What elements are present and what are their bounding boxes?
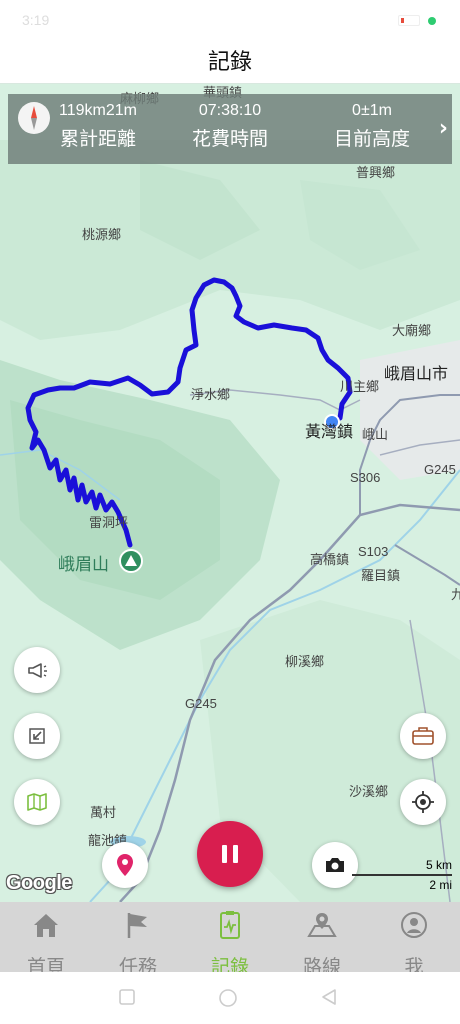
map-label-luomu: 羅目鎮: [361, 569, 401, 584]
record-icon: [220, 911, 240, 939]
map-layers-button[interactable]: [14, 779, 60, 825]
stat-time: 07:38:10 花費時間: [160, 102, 300, 151]
google-attribution: Google: [6, 872, 72, 894]
map-label-shaxi: 沙溪鄉: [349, 785, 389, 800]
home-nav-icon[interactable]: [218, 988, 238, 1008]
home-icon: [34, 914, 58, 937]
megaphone-icon: [28, 663, 47, 678]
stats-panel[interactable]: 119km21m 累計距離 07:38:10 花費時間 0±1m 目前高度 ›: [8, 94, 452, 164]
status-time: 3:19: [22, 12, 50, 28]
status-bar: 3:19: [0, 0, 460, 40]
bottom-tab-bar: 首頁 任務 記錄 路線 我: [0, 902, 460, 978]
profile-icon: [401, 912, 427, 938]
road-label-s103: S103: [358, 544, 389, 559]
tab-home[interactable]: 首頁: [0, 902, 92, 978]
map-label-jingshui: 淨水鄉: [191, 388, 231, 403]
altitude-value: 0±1m: [352, 102, 392, 119]
add-waypoint-button[interactable]: [102, 842, 148, 888]
scale-line: [352, 874, 452, 876]
crosshair-icon: [412, 791, 434, 813]
map-label-leidongping: 雷洞坪: [89, 516, 129, 531]
map-label-damiao: 大廟鄉: [392, 324, 432, 339]
map-scale: 5 km 2 mi: [352, 858, 456, 894]
map-label-gaoqiao: 高橋鎮: [310, 553, 350, 568]
stat-altitude: 0±1m 目前高度: [302, 102, 442, 151]
distance-value: 119km21m: [59, 102, 137, 119]
scale-mi: 2 mi: [429, 878, 452, 892]
map-label-edge: 九: [451, 588, 460, 603]
map-label-chuanzhu: 川主鄉: [340, 380, 380, 395]
map-label-liuxi: 柳溪鄉: [285, 655, 325, 670]
tab-me[interactable]: 我: [368, 902, 460, 978]
notification-dot-icon: [428, 17, 436, 25]
briefcase-icon: [412, 727, 434, 745]
locate-me-button[interactable]: [400, 779, 446, 825]
title-bar: 記錄: [0, 40, 460, 84]
road-label-g245-b: G245: [185, 696, 217, 711]
camera-icon: [326, 858, 344, 872]
time-value: 07:38:10: [198, 102, 262, 119]
chevron-right-icon[interactable]: ›: [439, 116, 448, 141]
map-view[interactable]: 麻柳鄉 華頭鎮 普興鄉 桃源鄉 大廟鄉 峨眉山市 川主鄉 淨水鄉 黃灣鎮 峨山 …: [0, 84, 460, 902]
road-label-g245-a: G245: [424, 462, 456, 477]
map-label-huangwan: 黃灣鎮: [305, 422, 354, 441]
flag-icon: [127, 913, 147, 938]
map-label-puxing: 普興鄉: [356, 166, 396, 181]
map-label-emeishan[interactable]: 峨眉山: [58, 550, 109, 575]
battery-icon: [398, 15, 420, 26]
map-icon: [27, 793, 47, 811]
scale-km: 5 km: [425, 858, 452, 872]
stat-distance: 119km21m 累計距離: [28, 102, 168, 151]
map-canvas: [0, 140, 460, 902]
distance-label: 累計距離: [59, 128, 136, 150]
system-nav-bar: [0, 972, 460, 1024]
pause-recording-button[interactable]: [197, 821, 263, 887]
backpack-button[interactable]: [400, 713, 446, 759]
recent-apps-icon[interactable]: [118, 988, 136, 1006]
map-label-wancun: 萬村: [90, 806, 117, 821]
announce-button[interactable]: [14, 647, 60, 693]
tab-record[interactable]: 記錄: [184, 902, 276, 978]
location-pin-icon: [117, 854, 133, 876]
back-icon[interactable]: [320, 988, 338, 1006]
page-title: 記錄: [207, 50, 252, 75]
collapse-button[interactable]: [14, 713, 60, 759]
map-label-emeishan-city: 峨眉山市: [384, 364, 449, 383]
map-label-taoyuan: 桃源鄉: [82, 228, 122, 243]
pause-icon: [222, 845, 238, 863]
road-label-s306: S306: [350, 470, 381, 485]
map-label-emei: 峨山: [362, 428, 389, 443]
time-label: 花費時間: [191, 128, 268, 150]
tab-routes[interactable]: 路線: [276, 902, 368, 978]
arrow-in-icon: [29, 728, 45, 744]
tab-tasks[interactable]: 任務: [92, 902, 184, 978]
altitude-label: 目前高度: [333, 128, 410, 150]
route-icon: [307, 913, 337, 937]
